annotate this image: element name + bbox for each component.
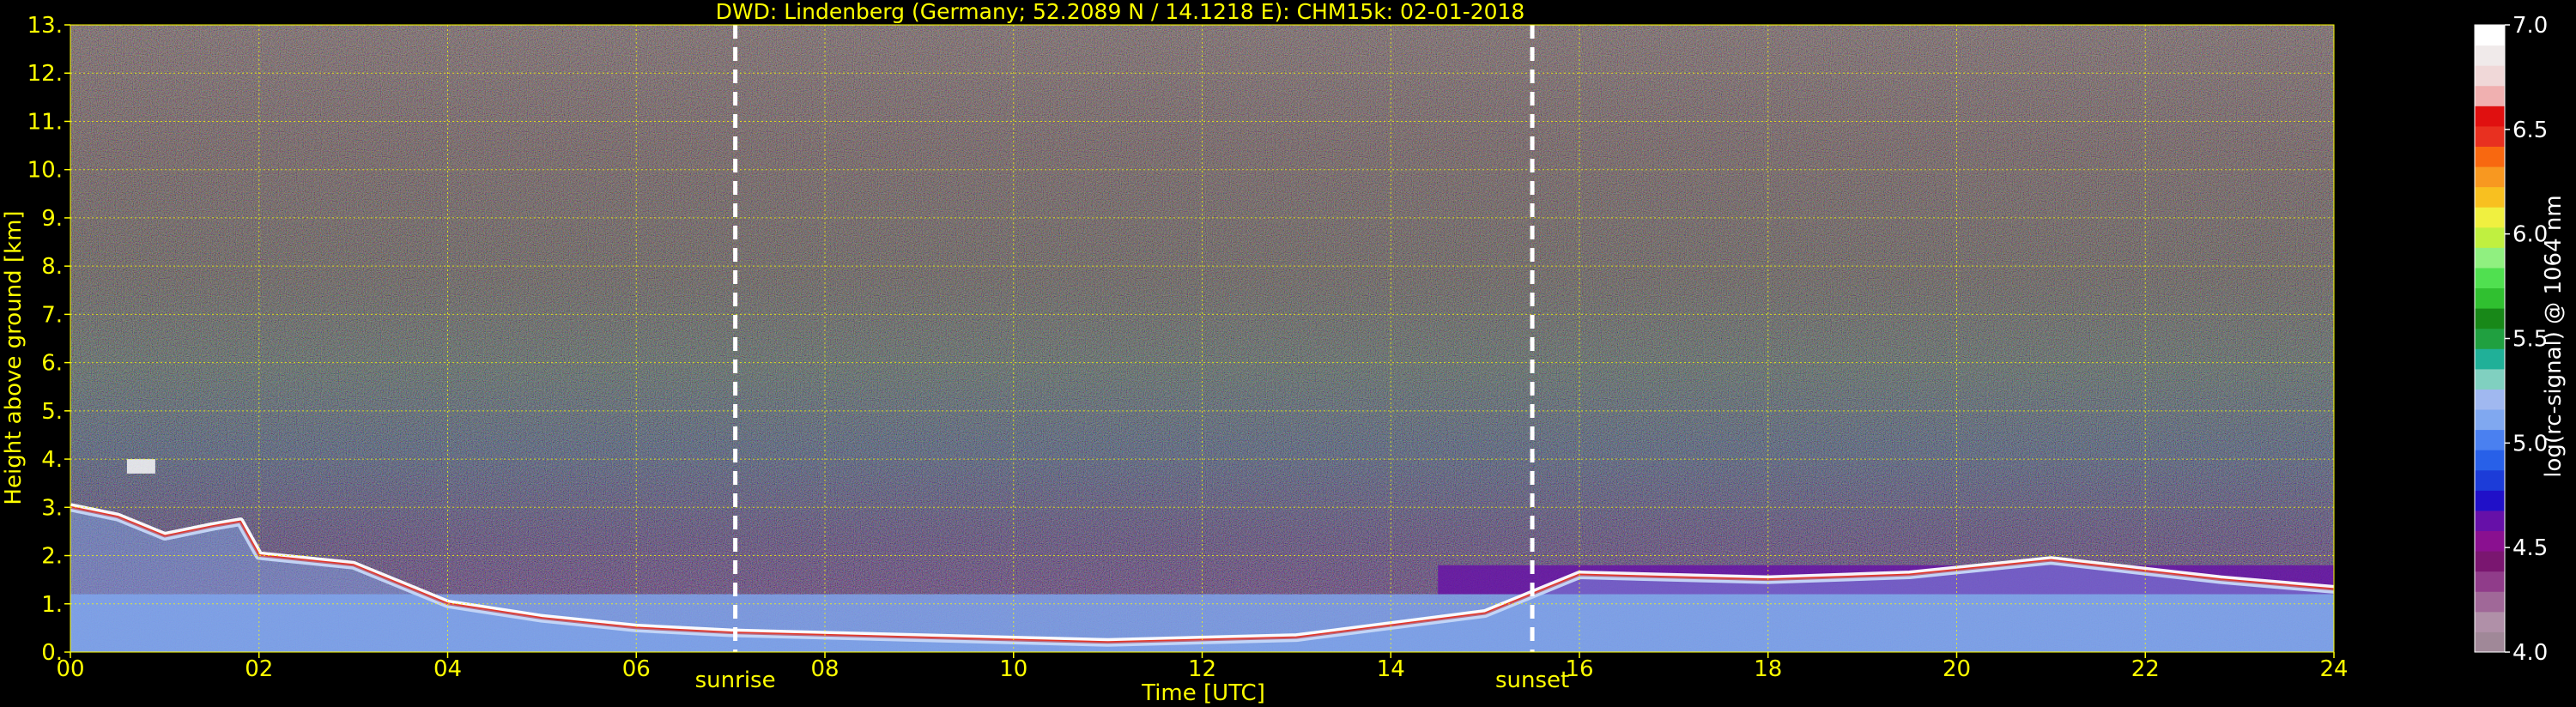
- colorbar-swatch: [2475, 490, 2505, 511]
- y-tick-label: 3.: [41, 495, 63, 521]
- colorbar-swatch: [2475, 267, 2505, 289]
- colorbar-swatch: [2475, 287, 2505, 309]
- colorbar-swatch: [2475, 85, 2505, 106]
- sun-label-sunrise: sunrise: [695, 668, 776, 693]
- colorbar-tick-label: 6.5: [2512, 118, 2548, 143]
- x-tick-label: 18: [1754, 656, 1782, 682]
- colorbar-swatch: [2475, 65, 2505, 87]
- colorbar-swatch: [2475, 591, 2505, 613]
- colorbar-swatch: [2475, 227, 2505, 248]
- y-tick-label: 8.: [41, 254, 63, 280]
- colorbar-label: log(rc-signal) @ 1064 nm: [2541, 195, 2567, 477]
- colorbar-swatch: [2475, 186, 2505, 208]
- colorbar-tick-label: 4.5: [2512, 535, 2548, 561]
- y-axis-ticks: 0. 1. 2. 3. 4. 5. 6. 7. 8. 9. 10. 11. 12. 13.: [27, 13, 70, 666]
- colorbar-swatch: [2475, 166, 2505, 188]
- y-tick-label: 5.: [41, 399, 63, 425]
- x-tick-label: 12: [1188, 656, 1216, 682]
- ceilometer-figure: DWD: Lindenberg (Germany; 52.2089 N / 14…: [1, 0, 2567, 706]
- y-tick-label: 9.: [41, 206, 63, 232]
- sun-label-sunset: sunset: [1495, 668, 1569, 693]
- y-tick-label: 11.: [27, 109, 63, 135]
- x-tick-label: 02: [245, 656, 273, 682]
- y-tick-label: 4.: [41, 447, 63, 473]
- colorbar-swatch: [2475, 368, 2505, 390]
- colorbar-swatch: [2475, 571, 2505, 592]
- colorbar-tick-label: 7.0: [2512, 13, 2548, 39]
- colorbar-swatch: [2475, 389, 2505, 410]
- y-tick-label: 0.: [41, 640, 63, 666]
- y-tick-label: 7.: [41, 302, 63, 328]
- colorbar-swatch: [2475, 308, 2505, 329]
- colorbar-swatch: [2475, 45, 2505, 66]
- colorbar-swatch: [2475, 106, 2505, 127]
- colorbar-swatch: [2475, 125, 2505, 147]
- x-tick-label: 06: [622, 656, 651, 682]
- y-tick-label: 2.: [41, 544, 63, 570]
- colorbar-tick-label: 4.0: [2512, 640, 2548, 666]
- y-tick-label: 13.: [27, 13, 63, 39]
- colorbar-swatch: [2475, 530, 2505, 552]
- colorbar-swatch: [2475, 510, 2505, 532]
- x-tick-label: 20: [1943, 656, 1971, 682]
- x-axis-label: Time [UTC]: [1141, 680, 1265, 706]
- colorbar-swatch: [2475, 247, 2505, 269]
- signal-feature: [126, 459, 155, 474]
- colorbar-swatch: [2475, 611, 2505, 632]
- colorbar-swatch: [2475, 429, 2505, 450]
- x-tick-label: 08: [810, 656, 839, 682]
- chart-title: DWD: Lindenberg (Germany; 52.2089 N / 14…: [716, 0, 1525, 24]
- x-tick-label: 10: [999, 656, 1027, 682]
- y-tick-label: 10.: [27, 158, 63, 184]
- x-tick-label: 04: [433, 656, 462, 682]
- x-tick-label: 24: [2319, 656, 2348, 682]
- colorbar-swatch: [2475, 450, 2505, 471]
- colorbar-swatch: [2475, 207, 2505, 228]
- y-axis-label: Height above ground [km]: [1, 210, 27, 505]
- colorbar-swatch: [2475, 348, 2505, 370]
- colorbar-swatch: [2475, 25, 2505, 46]
- x-tick-label: 14: [1377, 656, 1405, 682]
- colorbar-swatch: [2475, 146, 2505, 167]
- colorbar-swatch: [2475, 631, 2505, 653]
- x-axis-ticks: 00 02 04 06 08 10 12 14 16 18 20 22 24: [56, 652, 2349, 682]
- colorbar-swatch: [2475, 469, 2505, 491]
- y-tick-label: 12.: [27, 61, 63, 87]
- colorbar-swatch: [2475, 328, 2505, 349]
- x-tick-label: 22: [2131, 656, 2160, 682]
- y-tick-label: 1.: [41, 592, 63, 618]
- x-tick-label: 16: [1565, 656, 1593, 682]
- colorbar-swatch: [2475, 551, 2505, 572]
- colorbar: 4.04.55.05.56.06.57.0: [2474, 13, 2548, 666]
- colorbar-swatch: [2475, 409, 2505, 431]
- y-tick-label: 6.: [41, 351, 63, 377]
